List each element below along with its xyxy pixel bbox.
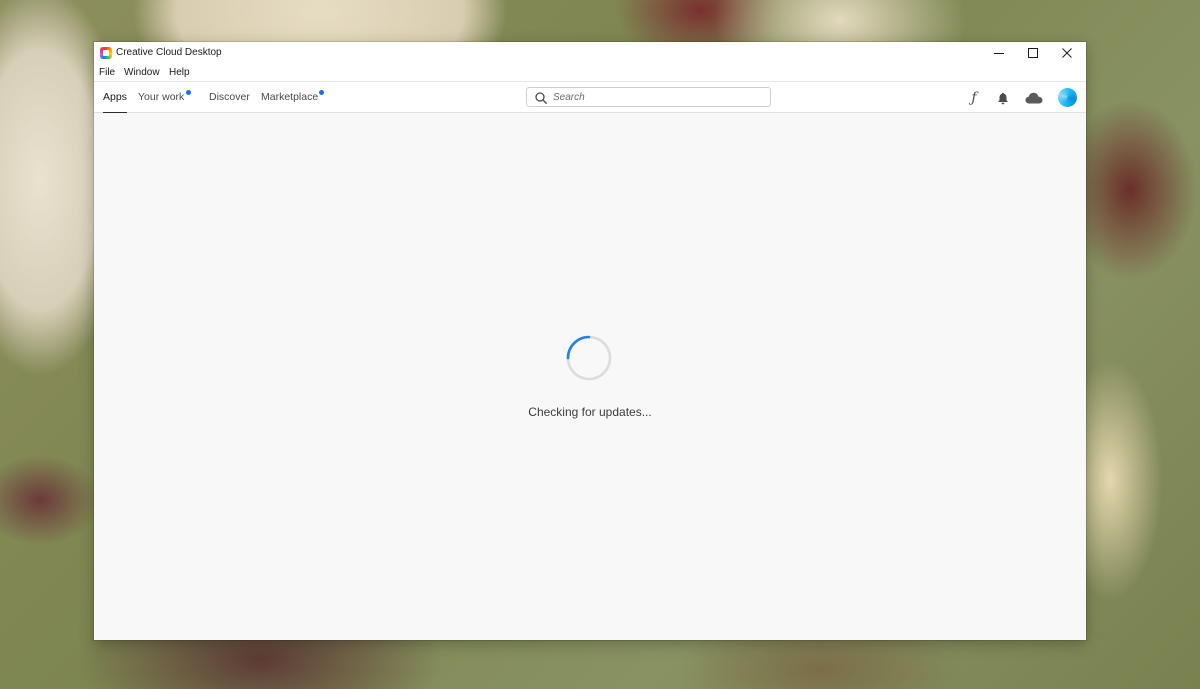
tab-discover[interactable]: Discover <box>209 82 250 113</box>
notification-dot <box>186 90 191 95</box>
title-bar: Creative Cloud Desktop <box>94 42 1086 64</box>
nav-bar: Apps Your work Discover Marketplace ƒ <box>94 81 1086 114</box>
loading-spinner-icon <box>566 335 612 381</box>
menu-file[interactable]: File <box>99 67 115 79</box>
tab-your-work[interactable]: Your work <box>138 82 184 113</box>
close-icon <box>1062 48 1072 58</box>
fonts-button[interactable]: ƒ <box>964 88 984 108</box>
tab-label: Marketplace <box>261 91 319 103</box>
cloud-sync-button[interactable] <box>1024 88 1044 108</box>
status-message: Checking for updates... <box>528 405 652 419</box>
maximize-button[interactable] <box>1016 42 1050 64</box>
tab-marketplace[interactable]: Marketplace <box>261 82 318 113</box>
tab-label: Discover <box>209 91 250 103</box>
search-icon <box>535 92 547 104</box>
spinner-arc <box>566 335 591 360</box>
notification-dot <box>319 90 324 95</box>
search-box[interactable] <box>526 87 771 107</box>
bell-icon <box>998 92 1008 104</box>
menu-bar: File Window Help <box>94 64 1086 81</box>
tab-apps[interactable]: Apps <box>103 82 127 114</box>
window-title: Creative Cloud Desktop <box>116 47 222 58</box>
tab-label: Your work <box>138 91 185 103</box>
fonts-icon: ƒ <box>971 90 977 106</box>
menu-help[interactable]: Help <box>169 67 190 79</box>
cloud-icon <box>1025 92 1043 104</box>
notifications-button[interactable] <box>993 88 1013 108</box>
minimize-icon <box>994 53 1004 54</box>
app-window: Creative Cloud Desktop File Window Help … <box>94 42 1086 640</box>
menu-window[interactable]: Window <box>124 67 160 79</box>
avatar[interactable] <box>1058 88 1077 107</box>
main-content: Checking for updates... <box>94 113 1086 640</box>
creative-cloud-logo-icon <box>100 47 112 59</box>
maximize-icon <box>1028 48 1038 58</box>
minimize-button[interactable] <box>982 42 1016 64</box>
tab-label: Apps <box>103 91 127 103</box>
search-input[interactable] <box>553 89 763 105</box>
close-button[interactable] <box>1050 42 1084 64</box>
